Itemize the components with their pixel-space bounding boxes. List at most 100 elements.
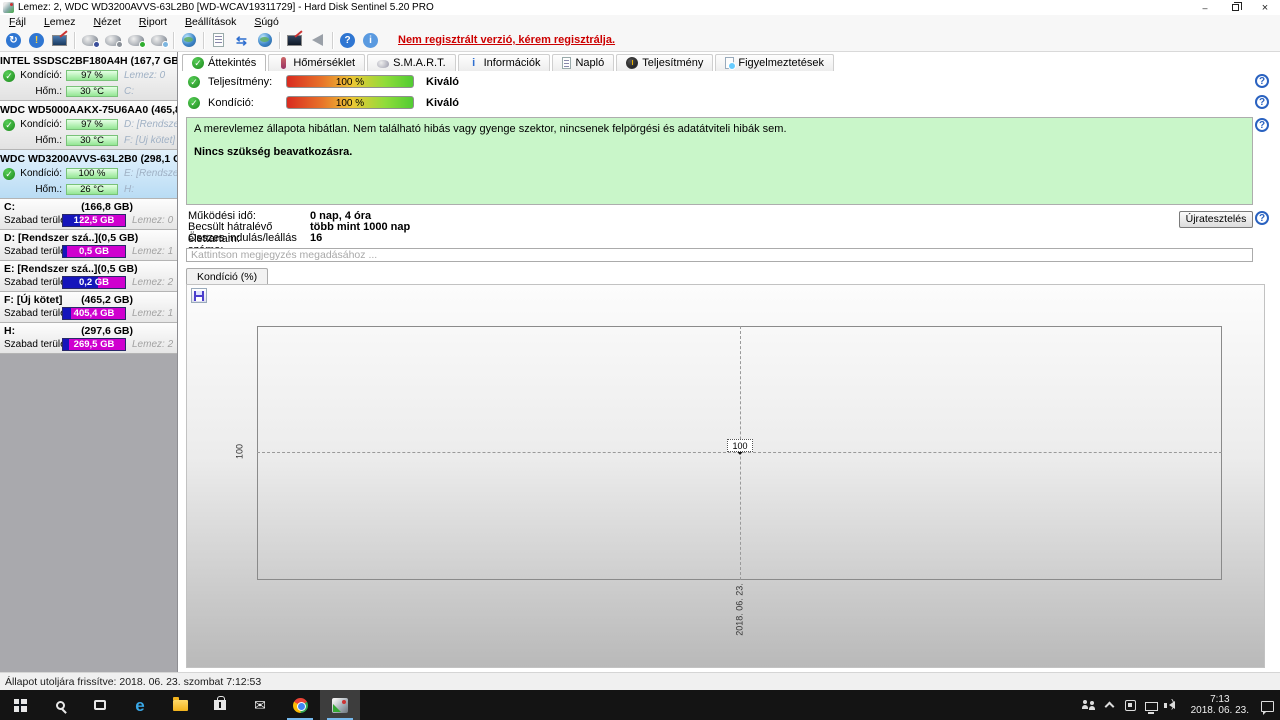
sidebar-partition-item[interactable]: H: (297,6 GB) Szabad terület 269,5 GB Lemez:… xyxy=(0,323,177,354)
partition-disk-tag: Lemez: 1 xyxy=(132,246,174,257)
sound-horn-icon[interactable] xyxy=(306,31,329,50)
tab-figyelmeztet-sek[interactable]: Figyelmeztetések xyxy=(715,54,834,71)
tab-inform-ci-k[interactable]: i Információk xyxy=(457,54,551,71)
partition-free-row: Szabad terület 122,5 GB Lemez: 0 xyxy=(0,214,177,227)
chart-tab-condition[interactable]: Kondíció (%) xyxy=(186,268,269,284)
disk-status-row: ✓ Kondíció: 100 % E: [Rendszer s xyxy=(0,166,177,181)
search-button[interactable] xyxy=(40,690,80,720)
window-controls: – × xyxy=(1190,0,1280,15)
help-icon[interactable]: ? xyxy=(336,31,359,50)
disk-question-icon[interactable] xyxy=(101,31,124,50)
tab-label: S.M.A.R.T. xyxy=(393,57,446,69)
remote-globes-icon[interactable] xyxy=(253,31,276,50)
sidebar-disk-item[interactable]: WDC WD5000AAKX-75U6AA0 (465,8 GB)Lemez: … xyxy=(0,101,177,150)
menu-item-riport[interactable]: Riport xyxy=(130,16,176,28)
content: INTEL SSDSC2BF180A4H (167,7 GB) ✓ Kondíció… xyxy=(0,52,1280,672)
info-value: több mint 1000 nap xyxy=(310,221,411,233)
chrome-icon[interactable] xyxy=(280,690,320,720)
menu-item-nézet[interactable]: Nézet xyxy=(84,16,129,28)
report-monitor-icon[interactable] xyxy=(48,31,71,50)
help-icon[interactable]: ? xyxy=(1255,211,1269,225)
partition-name: H: xyxy=(4,325,16,337)
tab-h-m-rs-klet[interactable]: Hőmérséklet xyxy=(268,54,366,71)
info-icon[interactable]: i xyxy=(359,31,382,50)
help-icon[interactable]: ? xyxy=(1255,118,1269,132)
sidebar-partition-item[interactable]: E: [Rendszer szá..] (0,5 GB) Szabad terüle… xyxy=(0,261,177,292)
menu-item-lemez[interactable]: Lemez xyxy=(35,16,85,28)
tray-device-icon[interactable] xyxy=(1122,690,1139,720)
app-window: Lemez: 2, WDC WD3200AVVS-63L2B0 [WD-WCAV… xyxy=(0,0,1280,720)
save-chart-button[interactable] xyxy=(191,288,207,303)
taskbar-clock[interactable]: 7:13 2018. 06. 23. xyxy=(1185,694,1255,716)
free-space-label: Szabad terület xyxy=(4,215,69,226)
ok-check-icon: ✓ xyxy=(188,96,200,109)
start-button xyxy=(13,698,27,712)
comment-input[interactable] xyxy=(186,248,1253,262)
partition-disk-tag: Lemez: 1 xyxy=(132,308,174,319)
free-space-value: 0,5 GB xyxy=(78,246,110,257)
start-button[interactable] xyxy=(0,690,40,720)
tray-chevron-icon[interactable] xyxy=(1101,690,1118,720)
menu-item-fájl[interactable]: Fájl xyxy=(0,16,35,28)
help-icon[interactable]: ? xyxy=(1255,95,1269,109)
free-space-value: 122,5 GB xyxy=(73,215,115,226)
toolbar-separator xyxy=(203,31,204,49)
disk-schedule-icon[interactable] xyxy=(78,31,101,50)
disk-search-icon[interactable] xyxy=(147,31,170,50)
horn-shape xyxy=(312,34,323,46)
partition-size: (0,5 GB) xyxy=(97,263,138,275)
store-icon[interactable] xyxy=(200,690,240,720)
menu-item-súgó[interactable]: Súgó xyxy=(245,16,288,28)
sidebar-disk-item[interactable]: WDC WD3200AVVS-63L2B0 (298,1 GB)Lemez: 2… xyxy=(0,150,177,199)
minimize-button[interactable]: – xyxy=(1190,0,1220,15)
disk-status-row: Hőm.: 30 °C F: [Új kötet] xyxy=(0,133,177,148)
sidebar-partition-item[interactable]: C: (166,8 GB) Szabad terület 122,5 GB Lemez:… xyxy=(0,199,177,230)
ok-check-icon: ✓ xyxy=(3,118,15,131)
status-bar-text: Állapot utoljára frissítve: 2018. 06. 23… xyxy=(5,675,262,688)
partition-free-row: Szabad terület 0,2 GB Lemez: 2 xyxy=(0,276,177,289)
network-globe-icon[interactable] xyxy=(177,31,200,50)
chart-area: 100 100 2018. 06. 23. xyxy=(186,284,1265,668)
close-button[interactable]: × xyxy=(1250,0,1280,15)
register-link[interactable]: Nem regisztrált verzió, kérem regisztrál… xyxy=(398,34,615,46)
tab--ttekint-s[interactable]: ✓ Áttekintés xyxy=(182,54,267,71)
disk-row-right-text: E: [Rendszer s xyxy=(124,168,177,179)
sidebar-partition-item[interactable]: D: [Rendszer szá..] (0,5 GB) Szabad terüle… xyxy=(0,230,177,261)
free-space-label: Szabad terület xyxy=(4,308,69,319)
sidebar-partition-item[interactable]: F: [Új kötet] (465,2 GB) Szabad terület 405… xyxy=(0,292,177,323)
tab-bar: ✓ Áttekintés Hőmérséklet S.M.A.R.T. i Informá… xyxy=(182,54,836,71)
tray-speaker-icon[interactable] xyxy=(1164,690,1181,720)
sidebar-disk-item[interactable]: INTEL SSDSC2BF180A4H (167,7 GB) ✓ Kondíció… xyxy=(0,52,177,101)
action-center-icon[interactable] xyxy=(1259,690,1276,720)
tray-people-icon[interactable] xyxy=(1080,690,1097,720)
disk-ok-icon[interactable] xyxy=(124,31,147,50)
file-explorer-icon[interactable] xyxy=(160,690,200,720)
partition-free-row: Szabad terület 0,5 GB Lemez: 1 xyxy=(0,245,177,258)
refresh-icon[interactable]: ↻ xyxy=(2,31,25,50)
disk-shape xyxy=(81,34,100,48)
help-icon[interactable]: ? xyxy=(1255,74,1269,88)
task-view-button[interactable] xyxy=(80,690,120,720)
mail-icon[interactable]: ✉ xyxy=(240,690,280,720)
retest-button[interactable]: Újratesztelés xyxy=(1179,211,1253,228)
edge-icon[interactable]: e xyxy=(120,690,160,720)
tab-napl-[interactable]: Napló xyxy=(552,54,615,71)
sync-arrows-icon[interactable]: ⇆ xyxy=(230,31,253,50)
tab-s-m-a-r-t-[interactable]: S.M.A.R.T. xyxy=(367,54,456,71)
check-icon: ✓ xyxy=(192,57,204,69)
toolbar: ↻! ⇆? i Nem regisztrált verzió, kérem regi… xyxy=(0,29,1280,52)
surface-test-icon[interactable]: ! xyxy=(25,31,48,50)
partition-size: (297,6 GB) xyxy=(81,325,133,337)
partition-header: E: [Rendszer szá..] (0,5 GB) xyxy=(0,261,177,275)
partition-disk-tag: Lemez: 2 xyxy=(132,277,174,288)
tray-net-icon[interactable] xyxy=(1143,690,1160,720)
hard-disk-sentinel-icon[interactable] xyxy=(320,690,360,720)
menu-item-beállítások[interactable]: Beállítások xyxy=(176,16,245,28)
display-edit-icon[interactable] xyxy=(283,31,306,50)
condition-rating: Kiváló xyxy=(426,96,460,109)
log-page-icon[interactable] xyxy=(207,31,230,50)
status-bar: Állapot utoljára frissítve: 2018. 06. 23… xyxy=(0,672,1280,690)
tab-teljes-tm-ny[interactable]: Teljesítmény xyxy=(616,54,714,71)
menu-bar: Fájl Lemez Nézet Riport Beállítások Súgó xyxy=(0,15,1280,29)
restore-button[interactable] xyxy=(1220,0,1250,15)
